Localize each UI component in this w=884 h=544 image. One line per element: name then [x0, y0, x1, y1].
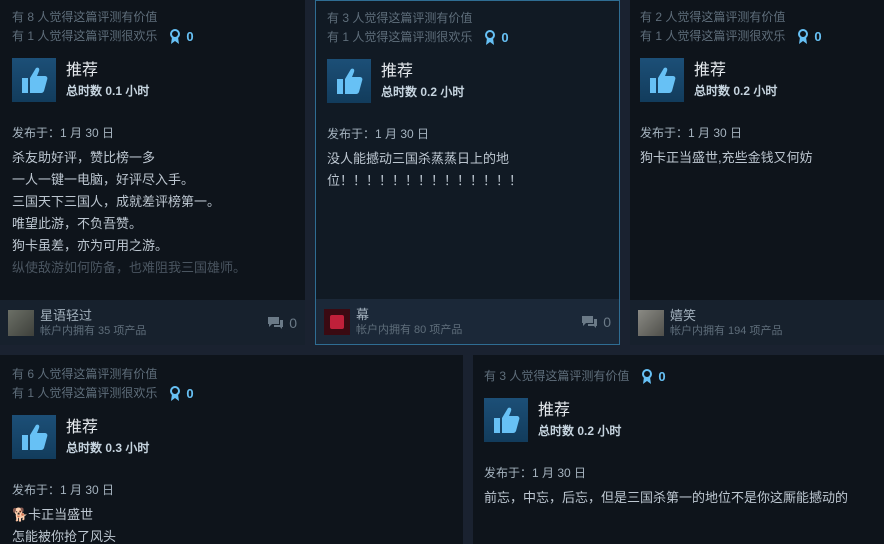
- recommendation-label: 推荐: [66, 419, 99, 436]
- owned-products: 帐户内拥有 35 项产品: [40, 324, 147, 337]
- review-line: 唯望此游，不负吾赞。: [12, 216, 143, 231]
- helpful-count: 有 8 人觉得这篇评测有价值: [12, 10, 158, 24]
- recommendation: 推荐 总时数 0.2 小时: [327, 59, 608, 103]
- thumbs-up-icon: [640, 58, 684, 102]
- owned-products: 帐户内拥有 194 项产品: [670, 324, 783, 337]
- helpful-count: 有 3 人觉得这篇评测有价值: [327, 11, 473, 25]
- avatar[interactable]: [638, 309, 664, 336]
- review-card-1[interactable]: 有 8 人觉得这篇评测有价值 有 1 人觉得这篇评测很欢乐 0 推荐 总时数 0…: [0, 0, 305, 345]
- posted-date: 发布于：1 月 30 日: [12, 483, 115, 497]
- funny-count: 有 1 人觉得这篇评测很欢乐: [12, 386, 158, 400]
- posted-date: 发布于：1 月 30 日: [327, 127, 430, 141]
- avatar[interactable]: [8, 309, 34, 336]
- helpful-count: 有 6 人觉得这篇评测有价值: [12, 367, 158, 381]
- hours-played: 总时数 0.1 小时: [66, 84, 150, 98]
- review-text: 🐕卡正当盛世 怎能被你抢了风头: [12, 504, 451, 544]
- comment-count: 0: [603, 313, 611, 330]
- review-line: 没人能撼动三国杀蒸蒸日上的地: [327, 151, 510, 166]
- award-count: 0: [658, 369, 666, 384]
- award-count: 0: [501, 30, 509, 45]
- review-line: 前忘，中忘，后忘，但是三国杀第一的地位不是你这厮能撼动的: [484, 490, 849, 505]
- recommendation: 推荐 总时数 0.2 小时: [640, 58, 874, 102]
- avatar[interactable]: [324, 308, 350, 335]
- funny-count: 有 1 人觉得这篇评测很欢乐: [12, 29, 158, 43]
- award-button[interactable]: 0: [484, 28, 509, 47]
- recommendation: 推荐 总时数 0.2 小时: [484, 398, 873, 442]
- review-card-5[interactable]: 有 3 人觉得这篇评测有价值 0 推荐 总时数 0.2 小时 发布于：1 月 3…: [473, 355, 884, 544]
- recommendation-label: 推荐: [694, 62, 727, 79]
- helpful-count: 有 3 人觉得这篇评测有价值: [484, 369, 630, 383]
- comment-bubble-icon: [582, 315, 598, 328]
- thumbs-up-icon: [327, 59, 371, 103]
- thumbs-up-icon: [484, 398, 528, 442]
- helpful-count: 有 2 人觉得这篇评测有价值: [640, 10, 786, 24]
- review-text: 前忘，中忘，后忘，但是三国杀第一的地位不是你这厮能撼动的: [484, 487, 873, 509]
- owned-products: 帐户内拥有 80 项产品: [356, 323, 463, 336]
- comment-bubble-icon: [268, 316, 284, 329]
- review-card-3[interactable]: 有 2 人觉得这篇评测有价值 有 1 人觉得这篇评测很欢乐 0 推荐 总时数 0…: [630, 0, 884, 345]
- comments-button[interactable]: 0: [267, 315, 297, 331]
- hours-played: 总时数 0.2 小时: [381, 85, 465, 99]
- posted-date: 发布于：1 月 30 日: [484, 466, 587, 480]
- award-ribbon-icon: [642, 368, 653, 384]
- hours-played: 总时数 0.3 小时: [66, 441, 150, 455]
- recommendation: 推荐 总时数 0.1 小时: [12, 58, 293, 102]
- award-button[interactable]: 0: [169, 384, 194, 403]
- review-text: 狗卡正当盛世,充些金钱又何妨: [640, 147, 874, 169]
- review-line: 狗卡虽差，亦为可用之游。: [12, 238, 169, 253]
- award-ribbon-icon: [485, 29, 496, 45]
- hours-played: 总时数 0.2 小时: [538, 424, 622, 438]
- award-count: 0: [186, 386, 194, 401]
- review-line: 怎能被你抢了风头: [12, 529, 117, 544]
- review-text: 没人能撼动三国杀蒸蒸日上的地 位！！！！！！！！！！！！！！: [327, 148, 608, 192]
- review-text: 杀友助好评，赞比榜一多 一人一键一电脑，好评尽入手。 三国天下三国人，成就差评榜…: [12, 147, 293, 279]
- thumbs-up-icon: [12, 415, 56, 459]
- recommendation-label: 推荐: [381, 63, 414, 80]
- award-ribbon-icon: [170, 385, 181, 401]
- comments-button[interactable]: 0: [581, 314, 611, 330]
- posted-date: 发布于：1 月 30 日: [12, 126, 115, 140]
- funny-count: 有 1 人觉得这篇评测很欢乐: [327, 30, 473, 44]
- award-button[interactable]: 0: [169, 27, 194, 46]
- review-card-2[interactable]: 有 3 人觉得这篇评测有价值 有 1 人觉得这篇评测很欢乐 0 推荐 总时数 0…: [315, 0, 620, 345]
- review-line: 杀友助好评，赞比榜一多: [12, 150, 156, 165]
- review-footer: 幕 帐户内拥有 80 项产品 0: [316, 299, 619, 344]
- hours-played: 总时数 0.2 小时: [694, 84, 778, 98]
- review-line: 位！！！！！！！！！！！！！！: [327, 173, 523, 188]
- review-line: 🐕卡正当盛世: [12, 507, 94, 522]
- recommendation-label: 推荐: [66, 62, 99, 79]
- review-line: 三国天下三国人，成就差评榜第一。: [12, 194, 221, 209]
- review-footer: 星语轻过 帐户内拥有 35 项产品 0: [0, 300, 305, 345]
- recommendation-label: 推荐: [538, 402, 571, 419]
- user-name[interactable]: 幕: [356, 307, 462, 322]
- award-button[interactable]: 0: [797, 27, 822, 46]
- award-count: 0: [814, 29, 822, 44]
- review-line: 一人一键一电脑，好评尽入手。: [12, 172, 195, 187]
- award-ribbon-icon: [798, 28, 809, 44]
- award-count: 0: [186, 29, 194, 44]
- recommendation: 推荐 总时数 0.3 小时: [12, 415, 451, 459]
- comment-count: 0: [289, 314, 297, 331]
- review-footer: 嬉笑 帐户内拥有 194 项产品: [630, 300, 884, 345]
- award-ribbon-icon: [170, 28, 181, 44]
- review-card-4[interactable]: 有 6 人觉得这篇评测有价值 有 1 人觉得这篇评测很欢乐 0 推荐 总时数 0…: [0, 355, 463, 544]
- user-name[interactable]: 嬉笑: [670, 308, 782, 323]
- posted-date: 发布于：1 月 30 日: [640, 126, 743, 140]
- thumbs-up-icon: [12, 58, 56, 102]
- award-button[interactable]: 0: [641, 367, 666, 386]
- funny-count: 有 1 人觉得这篇评测很欢乐: [640, 29, 786, 43]
- review-line: 狗卡正当盛世,充些金钱又何妨: [640, 150, 813, 165]
- review-line: 纵使敌游如何防备，也难阻我三国雄师。: [12, 260, 247, 275]
- user-name[interactable]: 星语轻过: [40, 308, 146, 323]
